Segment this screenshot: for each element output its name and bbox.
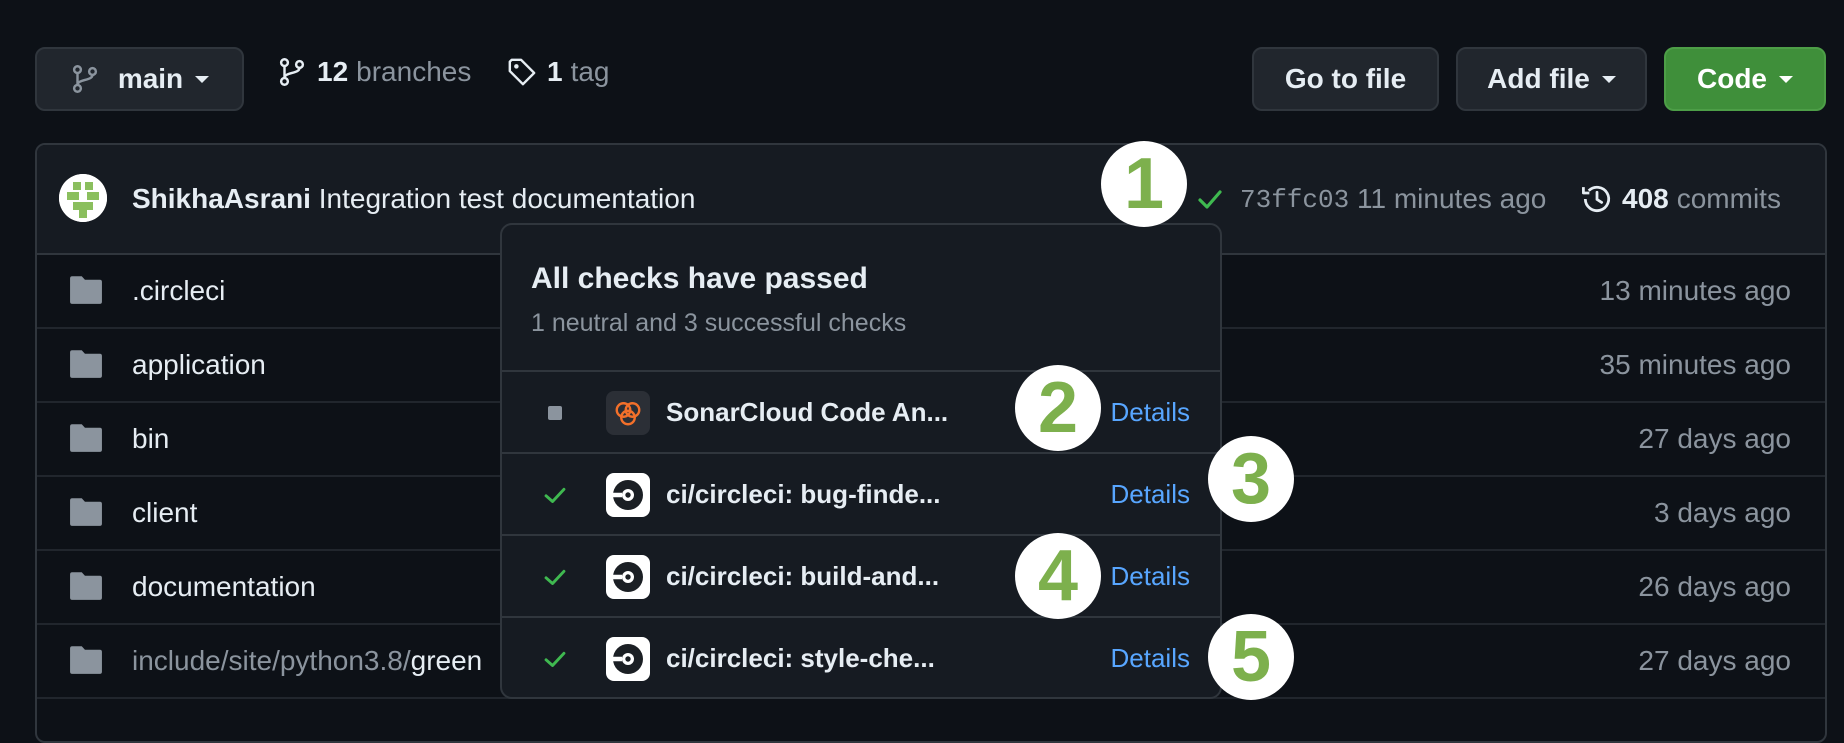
check-icon — [544, 569, 566, 585]
file-path-segment: green — [410, 645, 483, 676]
folder-icon — [70, 498, 102, 526]
folder-icon — [70, 646, 102, 674]
check-icon — [544, 487, 566, 503]
tags-count: 1 — [547, 56, 563, 87]
check-name: SonarCloud Code An... — [666, 397, 949, 427]
chevron-down-icon — [195, 75, 210, 83]
file-name[interactable]: bin — [132, 423, 169, 455]
check-icon[interactable] — [1194, 183, 1226, 215]
git-branch-icon — [72, 65, 97, 93]
go-to-file-label: Go to file — [1284, 63, 1407, 94]
details-link[interactable]: Details — [1111, 643, 1190, 674]
checks-popover: All checks have passed 1 neutral and 3 s… — [500, 223, 1222, 699]
check-row[interactable]: ci/circleci: build-and... Details — [502, 534, 1220, 618]
file-time: 26 days ago — [1638, 571, 1791, 602]
identicon-icon — [59, 174, 107, 222]
callout-badge-2: 2 — [1015, 365, 1101, 451]
file-name[interactable]: include/site/python3.8/green — [132, 645, 482, 677]
folder-icon — [70, 350, 102, 378]
commit-time[interactable]: 11 minutes ago — [1357, 183, 1546, 215]
check-name: ci/circleci: build-and... — [666, 561, 940, 591]
file-time: 27 days ago — [1638, 423, 1791, 454]
branch-name: main — [117, 63, 184, 94]
check-name: ci/circleci: bug-finde... — [666, 479, 941, 509]
circleci-icon — [606, 555, 650, 599]
chevron-down-icon — [1779, 75, 1793, 83]
file-name[interactable]: documentation — [132, 571, 316, 603]
check-name: ci/circleci: style-che... — [666, 643, 935, 673]
tag-icon — [508, 58, 536, 86]
file-path-prefix: include/site/python3.8/ — [132, 645, 411, 676]
folder-icon — [70, 276, 102, 304]
tags-link[interactable]: 1 tag — [507, 40, 610, 104]
avatar[interactable] — [59, 174, 107, 222]
file-time: 13 minutes ago — [1599, 275, 1791, 306]
code-button[interactable]: Code — [1664, 47, 1826, 111]
details-link[interactable]: Details — [1111, 561, 1190, 592]
file-time: 27 days ago — [1638, 645, 1791, 676]
file-time: 35 minutes ago — [1599, 349, 1791, 380]
branch-selector-button[interactable]: main — [35, 47, 244, 111]
add-file-label: Add file — [1487, 63, 1590, 94]
check-row[interactable]: SonarCloud Code An... Details — [502, 370, 1220, 454]
file-name[interactable]: application — [132, 349, 266, 381]
callout-badge-3: 3 — [1208, 436, 1294, 522]
file-time: 3 days ago — [1654, 497, 1791, 528]
commit-hash[interactable]: 73ffc03 — [1240, 185, 1349, 215]
neutral-status-icon — [548, 406, 562, 420]
folder-icon — [70, 572, 102, 600]
file-name[interactable]: .circleci — [132, 275, 225, 307]
popover-subtitle: 1 neutral and 3 successful checks — [531, 309, 907, 337]
check-icon — [544, 651, 566, 667]
callout-badge-4: 4 — [1015, 533, 1101, 619]
code-label: Code — [1697, 63, 1767, 94]
folder-icon — [70, 424, 102, 452]
tags-label: tag — [570, 56, 610, 87]
callout-badge-5: 5 — [1208, 614, 1294, 700]
commits-link[interactable]: 408 commits — [1580, 179, 1781, 219]
git-branch-icon — [279, 58, 305, 86]
branches-label: branches — [356, 56, 472, 87]
details-link[interactable]: Details — [1111, 397, 1190, 428]
popover-title: All checks have passed — [531, 262, 868, 295]
check-row[interactable]: ci/circleci: style-che... Details — [502, 616, 1220, 697]
branches-link[interactable]: 12 branches — [277, 40, 471, 104]
circleci-icon — [606, 473, 650, 517]
chevron-down-icon — [1601, 75, 1616, 83]
sonarcloud-icon — [606, 391, 650, 435]
check-row[interactable]: ci/circleci: bug-finde... Details — [502, 452, 1220, 536]
commit-message[interactable]: ShikhaAsrani Integration test documentat… — [132, 183, 695, 215]
history-icon — [1582, 185, 1611, 212]
circleci-icon — [606, 637, 650, 681]
callout-badge-1: 1 — [1101, 141, 1187, 227]
commits-label: commits — [1676, 183, 1781, 214]
details-link[interactable]: Details — [1111, 479, 1190, 510]
commit-author[interactable]: ShikhaAsrani — [132, 183, 311, 214]
commits-count: 408 — [1622, 183, 1669, 214]
commit-title[interactable]: Integration test documentation — [319, 183, 696, 214]
branches-count: 12 — [317, 56, 349, 87]
add-file-button[interactable]: Add file — [1456, 47, 1647, 111]
file-name[interactable]: client — [132, 497, 197, 529]
go-to-file-button[interactable]: Go to file — [1252, 47, 1439, 111]
